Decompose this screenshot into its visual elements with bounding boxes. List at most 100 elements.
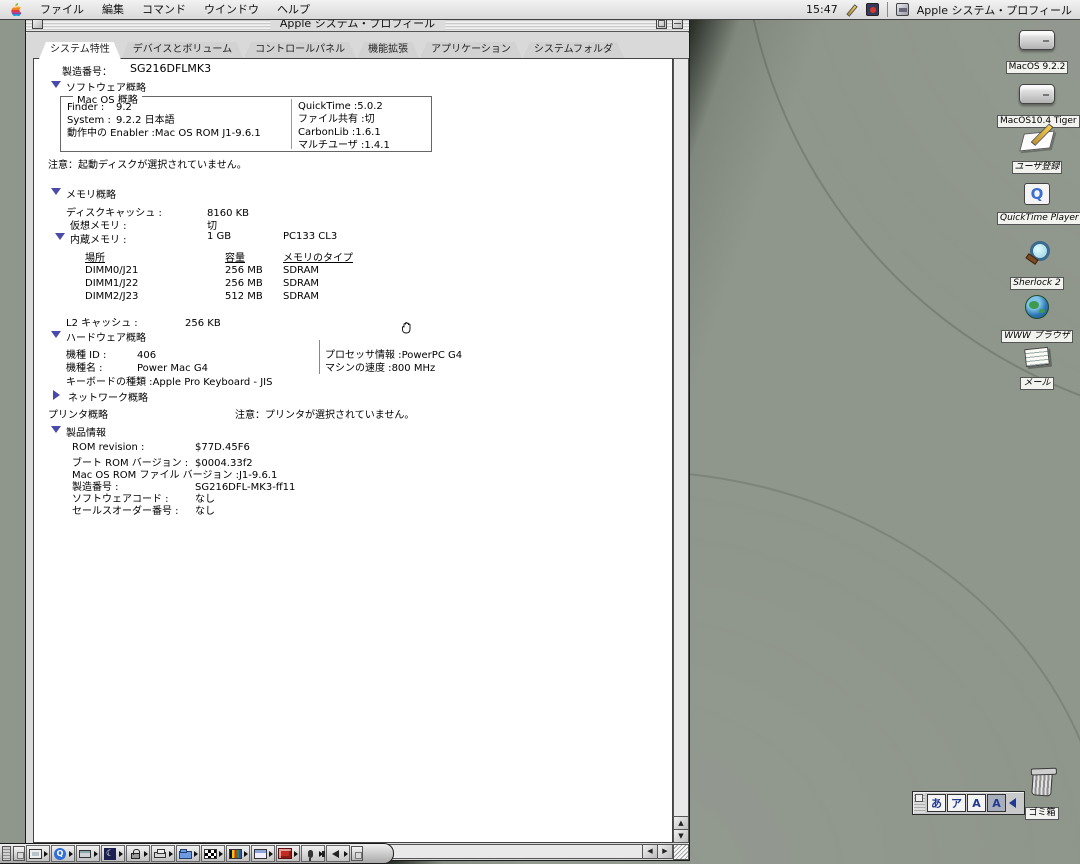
hardware-section-title: ハードウェア概略 xyxy=(66,333,146,344)
icon-label[interactable]: Sherlock 2 xyxy=(1010,277,1064,290)
printer-section-title: プリンタ概略 xyxy=(48,410,108,421)
builtin-memory-value: 1 GB xyxy=(207,231,232,242)
menu-edit[interactable]: 編集 xyxy=(93,0,133,19)
hardware-column-divider xyxy=(319,340,320,374)
rom-revision-value: $77D.45F6 xyxy=(195,442,250,453)
printer-selector-module[interactable] xyxy=(76,845,100,862)
memory-disclosure-triangle[interactable] xyxy=(51,188,61,195)
control-strip-button[interactable] xyxy=(13,846,25,861)
tab-system-profile[interactable]: システム特性 xyxy=(39,42,121,59)
desktop-icon-tiger[interactable]: MacOS10.4 Tiger xyxy=(997,84,1080,128)
color-depth-module[interactable] xyxy=(226,845,250,862)
control-strip-handle[interactable] xyxy=(2,846,11,861)
icon-label[interactable]: QuickTime Player xyxy=(997,212,1080,225)
startup-disk-note: 注意：起動ディスクが選択されていません。 xyxy=(48,160,247,171)
builtin-memory-label: 内蔵メモリ : xyxy=(70,235,127,246)
display-module[interactable] xyxy=(26,845,50,862)
icon-label[interactable]: メール xyxy=(1020,377,1054,390)
tab-devices-volumes[interactable]: デバイスとボリューム xyxy=(122,42,243,58)
application-menu-label[interactable]: Apple システム・プロフィール xyxy=(917,2,1072,18)
product-section-title: 製品情報 xyxy=(66,428,106,439)
application-menu-icon[interactable] xyxy=(895,3,909,16)
palette-grip[interactable] xyxy=(914,793,925,813)
l2-cache-label: L2 キャッシュ : xyxy=(66,318,138,329)
trash-label[interactable]: ゴミ箱 xyxy=(1025,807,1059,820)
desktop-icon-www-browser[interactable]: WWW ブラウザ xyxy=(997,295,1077,343)
dimm-row-size: 512 MB xyxy=(225,291,263,302)
quicktime-module[interactable]: Q xyxy=(51,845,75,862)
profile-content: 製造番号： SG216DFLMK3 ソフトウェア概略 Mac OS 概略 Fin… xyxy=(33,58,673,843)
katakana-button[interactable]: ア xyxy=(947,794,966,812)
hiragana-button[interactable]: あ xyxy=(927,794,946,812)
menu-window[interactable]: ウインドウ xyxy=(195,0,268,19)
vertical-scrollbar[interactable]: ▲ ▼ xyxy=(673,58,689,843)
l2-cache-value: 256 KB xyxy=(185,318,221,329)
keyboard-type-value: Apple Pro Keyboard - JIS xyxy=(152,377,273,388)
serial-number-value: SG216DFLMK3 xyxy=(130,62,212,75)
icon-label[interactable]: MacOS 9.2.2 xyxy=(1005,61,1069,74)
enabler-label: 動作中の Enabler : xyxy=(67,128,155,139)
desktop-icon-user-registration[interactable]: ユーザ登録 xyxy=(997,130,1077,174)
desktop-icon-quicktime-player[interactable]: Q QuickTime Player xyxy=(997,183,1080,225)
trash-icon xyxy=(1031,771,1053,797)
product-disclosure-triangle[interactable] xyxy=(51,426,61,433)
hard-disk-icon xyxy=(1019,84,1055,104)
menu-file[interactable]: ファイル xyxy=(31,0,93,19)
icon-label[interactable]: MacOS10.4 Tiger xyxy=(997,115,1080,128)
menu-clock[interactable]: 15:47 xyxy=(806,3,838,16)
input-method-menu-icon[interactable] xyxy=(846,3,858,17)
resolution-module[interactable] xyxy=(201,845,225,862)
tab-system-folders[interactable]: システムフォルダ xyxy=(523,42,624,58)
tab-applications[interactable]: アプリケーション xyxy=(420,42,522,58)
multiuser-label: マルチユーザ : xyxy=(298,140,365,151)
file-sharing-module[interactable] xyxy=(176,845,200,862)
romaji-button[interactable]: A xyxy=(967,794,986,812)
apple-system-profiler-window: Apple システム・プロフィール システム特性 デバイスとボリューム コントロ… xyxy=(25,15,690,861)
tab-control-panels[interactable]: コントロールパネル xyxy=(244,42,356,58)
menu-commands[interactable]: コマンド xyxy=(133,0,195,19)
apple-menu[interactable] xyxy=(0,2,31,17)
media-module[interactable] xyxy=(276,845,300,862)
menu-help[interactable]: ヘルプ xyxy=(268,0,319,19)
scroll-right-button[interactable]: ▶ xyxy=(657,845,672,858)
security-module[interactable] xyxy=(126,845,150,862)
network-disclosure-triangle[interactable] xyxy=(53,390,60,400)
virtual-memory-label: 仮想メモリ : xyxy=(70,221,127,232)
software-disclosure-triangle[interactable] xyxy=(51,81,61,88)
quicktime-value: 5.0.2 xyxy=(357,101,383,112)
mail-icon xyxy=(1024,346,1050,368)
sound-source-module[interactable] xyxy=(251,845,275,862)
scroll-up-button[interactable]: ▲ xyxy=(674,816,688,829)
icon-label[interactable]: ユーザ登録 xyxy=(1011,161,1063,174)
scroll-down-button[interactable]: ▼ xyxy=(674,829,688,842)
apple-logo-icon xyxy=(11,3,22,17)
dimm-header-type: メモリのタイプ xyxy=(283,253,353,264)
machine-speed-value: 800 MHz xyxy=(391,363,436,374)
icon-label[interactable]: WWW ブラウザ xyxy=(1001,330,1073,343)
machine-speed-label: マシンの速度 : xyxy=(325,363,392,374)
menu-extra-icon[interactable] xyxy=(865,3,879,16)
menu-bar: ファイル 編集 コマンド ウインドウ ヘルプ 15:47 Apple システム・… xyxy=(0,0,1080,20)
builtin-memory-disclosure-triangle[interactable] xyxy=(55,233,65,240)
menu-separator xyxy=(886,2,888,17)
printing-module[interactable] xyxy=(151,845,175,862)
energy-saver-module[interactable]: ☾ xyxy=(101,845,125,862)
volume-module[interactable] xyxy=(321,845,350,862)
desktop-icon-sherlock[interactable]: Sherlock 2 xyxy=(997,240,1077,290)
system-label: System : xyxy=(67,115,111,126)
tab-extensions[interactable]: 機能拡張 xyxy=(357,42,419,58)
control-strip-button[interactable] xyxy=(351,846,363,861)
printer-note: 注意：プリンタが選択されていません。 xyxy=(235,410,415,421)
dimm-row-location: DIMM2/J23 xyxy=(85,291,139,302)
direct-input-button[interactable]: A xyxy=(987,794,1006,812)
desktop-icon-mail[interactable]: メール xyxy=(997,346,1077,390)
hardware-disclosure-triangle[interactable] xyxy=(51,331,61,338)
input-method-palette: あ ア A A xyxy=(912,791,1025,815)
window-body: システム特性 デバイスとボリューム コントロールパネル 機能拡張 アプリケーショ… xyxy=(26,33,689,860)
carbonlib-label: CarbonLib : xyxy=(298,127,356,138)
desktop-icon-macos9[interactable]: MacOS 9.2.2 xyxy=(997,30,1077,74)
palette-collapse-arrow[interactable] xyxy=(1009,798,1016,808)
scroll-left-button[interactable]: ◀ xyxy=(642,845,657,858)
dimm-header-size: 容量 xyxy=(225,253,245,264)
resize-grip[interactable] xyxy=(673,844,689,860)
